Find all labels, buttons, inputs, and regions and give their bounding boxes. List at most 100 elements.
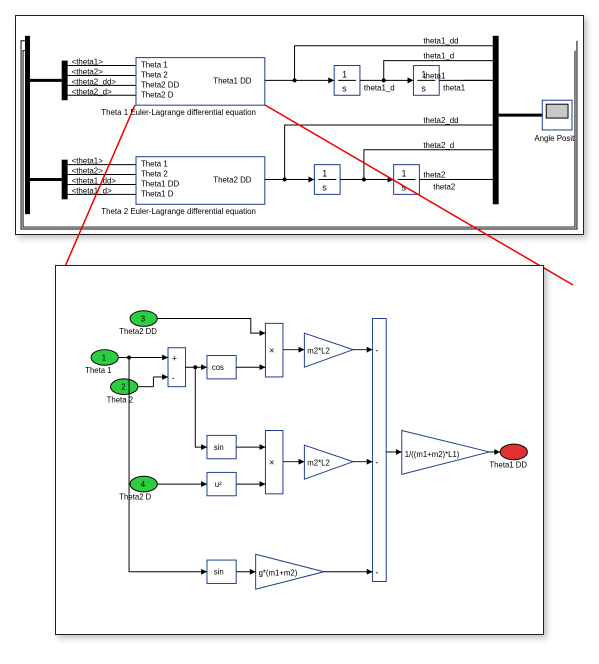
- sum2b: -: [375, 458, 378, 468]
- sum2a: -: [375, 346, 378, 356]
- g3-lbl: g*(m1+m2): [259, 569, 298, 578]
- sin1-lbl: sin: [214, 443, 224, 452]
- p3l: Theta2 DD: [119, 327, 157, 336]
- bus2-l4: <theta1_d>: [72, 186, 112, 195]
- scope-label: Angle Posit: [534, 134, 575, 143]
- jdot-diff: [193, 365, 197, 369]
- ar-g4: [396, 449, 402, 455]
- mux-l3: theta2_dd: [423, 116, 458, 125]
- mux-l5: theta2: [423, 171, 445, 180]
- b2-i1: Theta 2: [141, 170, 168, 179]
- jdot3: [283, 178, 287, 182]
- b1-out: Theta1 DD: [213, 76, 252, 85]
- ar-m2b: [260, 481, 266, 487]
- bottom-simulink-panel: 3 Theta2 DD 1 Theta 1 2 Theta 2 4 Theta2…: [55, 265, 544, 635]
- ar-s2: [162, 374, 168, 380]
- int2a-d: s: [322, 182, 327, 192]
- ar-out: [494, 449, 500, 455]
- sum2c: -: [375, 568, 378, 578]
- mul2-lbl: ×: [269, 458, 274, 468]
- sum-main[interactable]: [373, 319, 387, 582]
- b2-cap: Theta 2 Euler-Lagrange differential equa…: [101, 207, 256, 216]
- int2b-d: s: [402, 182, 407, 192]
- ar-su1: [367, 347, 373, 353]
- b2-out: Theta2 DD: [213, 175, 252, 184]
- arr3: [308, 177, 314, 183]
- b2-i3: Theta1 D: [141, 189, 174, 198]
- int1a-n: 1: [342, 69, 347, 79]
- bus-select-2: [62, 160, 68, 200]
- ar-sin1: [201, 444, 207, 450]
- bus2-l1: <theta1>: [72, 157, 104, 166]
- p1l: Theta 1: [85, 366, 111, 375]
- ar-g2: [299, 459, 305, 465]
- int1b-d: s: [421, 83, 426, 93]
- jdot1: [293, 78, 297, 82]
- ar-m1b: [260, 364, 266, 370]
- lbl-t2: theta2: [433, 182, 455, 191]
- bus2-l2: <theta2>: [72, 167, 104, 176]
- bus1-l2: <theta2>: [72, 67, 104, 76]
- arr1: [328, 77, 334, 83]
- g4-lbl: 1/((m1+m2)*L1): [405, 450, 460, 459]
- mux-l0: theta1_dd: [423, 37, 458, 46]
- cos-lbl: cos: [212, 363, 224, 372]
- b1-i1: Theta 2: [141, 70, 168, 79]
- ar-g3: [250, 569, 256, 575]
- mux-bar: [493, 36, 499, 204]
- mux-w0: [295, 46, 493, 81]
- ar-m2a: [260, 444, 266, 450]
- b1-i3: Theta2 D: [141, 90, 174, 99]
- b1-cap: Theta 1 Euler-Lagrange differential equa…: [101, 108, 256, 117]
- lbl-d1: theta1_d: [364, 83, 395, 92]
- ar-su2: [367, 459, 373, 465]
- p4l: Theta2 D: [119, 493, 151, 502]
- w-sum-sin: [195, 367, 207, 447]
- b2-i2: Theta1 DD: [141, 179, 180, 188]
- ar-m1a: [260, 330, 266, 336]
- mux-l2: theta1: [423, 71, 446, 80]
- scope-screen: [546, 104, 568, 118]
- ar-s1: [162, 355, 168, 361]
- jdot4: [362, 178, 366, 182]
- out-lbl: Theta1 DD: [489, 461, 527, 470]
- arr2: [408, 77, 414, 83]
- b2-i0: Theta 1: [141, 160, 168, 169]
- sin2-lbl: sin: [214, 568, 224, 577]
- g2-lbl: m2*L2: [307, 459, 330, 468]
- bus1-l1: <theta1>: [72, 58, 104, 67]
- b1-i0: Theta 1: [141, 61, 168, 70]
- ar-cos: [201, 364, 207, 370]
- bus-select-1: [62, 61, 68, 101]
- bus1-l3: <theta2_dd>: [72, 77, 117, 86]
- sq-lbl: u²: [215, 480, 222, 489]
- ar-g1: [299, 347, 305, 353]
- ar-su3: [367, 569, 373, 575]
- mux-l4: theta2_d: [423, 141, 454, 150]
- mux-l1: theta1_d: [423, 52, 454, 61]
- ar-sin2: [201, 569, 207, 575]
- top-svg: <theta1> <theta2> <theta2_dd> <theta2_d>…: [16, 16, 583, 234]
- bus-trunk: [25, 36, 30, 214]
- int2a-n: 1: [322, 169, 327, 179]
- b1-i2: Theta2 DD: [141, 80, 180, 89]
- p3n: 3: [141, 314, 145, 323]
- p4n: 4: [141, 480, 146, 489]
- jdot2: [382, 78, 386, 82]
- sum1b: -: [172, 373, 175, 383]
- p1n: 1: [102, 353, 106, 362]
- lbl-t1: theta1: [443, 83, 466, 92]
- p2n: 2: [121, 383, 125, 392]
- top-simulink-panel: <theta1> <theta2> <theta2_dd> <theta2_d>…: [15, 15, 584, 235]
- bottom-svg: 3 Theta2 DD 1 Theta 1 2 Theta 2 4 Theta2…: [56, 266, 543, 634]
- bus1-l4: <theta2_d>: [72, 87, 112, 96]
- jdot-p1: [127, 356, 131, 360]
- bus2-l3: <theta1_dd>: [72, 176, 117, 185]
- arr4: [388, 177, 394, 183]
- w-p3-mul1: [157, 319, 265, 334]
- sum1a: +: [172, 353, 177, 363]
- int1a-d: s: [342, 83, 347, 93]
- int2b-n: 1: [402, 169, 407, 179]
- outport-1[interactable]: [500, 444, 527, 460]
- mul1-lbl: ×: [269, 346, 274, 356]
